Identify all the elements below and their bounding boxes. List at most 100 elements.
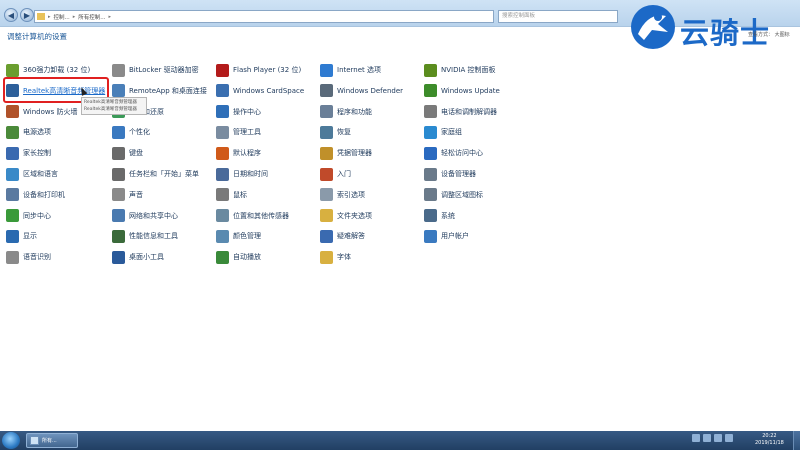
control-panel-item[interactable]: 默认程序 [216,145,316,161]
back-button[interactable]: ◀ [4,8,18,22]
control-panel-item[interactable]: 键盘 [112,145,212,161]
control-panel-item-label: 系统 [441,211,455,220]
view-by-selector[interactable]: 查看方式： 大图标 [748,31,790,38]
control-panel-item[interactable]: 显示 [6,228,106,244]
tray-arrow-icon[interactable] [692,434,700,442]
control-panel-item[interactable]: Flash Player (32 位) [216,62,316,78]
control-panel-item[interactable]: 程序和功能 [320,104,420,120]
control-panel-item[interactable]: 入门 [320,166,420,182]
control-panel-item[interactable]: 索引选项 [320,187,420,203]
control-panel-item[interactable]: 家长控制 [6,145,106,161]
control-panel-item[interactable]: BitLocker 驱动器加密 [112,62,212,78]
control-panel-item-label: 声音 [129,190,143,199]
control-panel-item[interactable]: 轻松访问中心 [424,145,524,161]
control-panel-item[interactable]: 区域和语言 [6,166,106,182]
control-panel-item-label: Flash Player (32 位) [233,66,302,74]
notify-icons-icon [424,188,437,202]
device-manager-icon [424,167,437,181]
control-panel-item[interactable]: 设备和打印机 [6,187,106,203]
control-panel-item-label: 家庭组 [441,128,462,137]
show-desktop-button[interactable] [793,431,800,450]
control-panel-item[interactable]: 电话和调制解调器 [424,104,524,120]
control-panel-item[interactable]: Windows Defender [320,83,420,99]
keyboard-icon [112,146,125,160]
control-panel-item[interactable]: 用户帐户 [424,228,524,244]
ease-access-icon [424,146,437,160]
address-bar[interactable]: ▸ 控制... ▸ 所有控制... ▸ [34,10,494,23]
control-panel-item[interactable]: 性能信息和工具 [112,228,212,244]
performance-icon [112,229,125,243]
control-panel-item[interactable]: Windows CardSpace [216,83,316,99]
control-panel-item-label: 疑难解答 [337,232,365,241]
sync-icon [6,209,19,223]
power-icon [6,125,19,139]
control-panel-item[interactable]: 文件夹选项 [320,208,420,224]
gadgets-icon [112,250,125,264]
control-panel-item[interactable]: 个性化 [112,124,212,140]
clock-time: 20:22 [762,433,777,439]
clock[interactable]: 20:22 2019/11/18 [755,433,784,447]
control-panel-item[interactable]: 操作中心 [216,104,316,120]
sound-icon [112,188,125,202]
control-panel-item[interactable]: 凭据管理器 [320,145,420,161]
control-panel-item[interactable]: 位置和其他传感器 [216,208,316,224]
control-panel-item-label: 360强力卸载 (32 位) [23,66,91,74]
control-panel-item-label: 程序和功能 [337,107,372,116]
forward-button[interactable]: ▶ [20,8,34,22]
control-panel-item[interactable]: 设备管理器 [424,166,524,182]
control-panel-item[interactable]: 恢复 [320,124,420,140]
windows-update-icon [424,84,437,98]
control-panel-item[interactable]: 网络和共享中心 [112,208,212,224]
control-panel-item[interactable]: 疑难解答 [320,228,420,244]
network-tray-icon[interactable] [703,434,711,442]
window-icon [30,436,39,445]
control-panel-item[interactable]: 同步中心 [6,208,106,224]
control-panel-item[interactable]: 日期和时间 [216,166,316,182]
breadcrumb-separator: ▸ [72,13,76,20]
control-panel-item[interactable]: 360强力卸载 (32 位) [6,62,106,78]
folder-icon [37,13,45,20]
control-panel-item[interactable]: 字体 [320,249,420,265]
cardspace-icon [216,84,229,98]
control-panel-item[interactable]: 颜色管理 [216,228,316,244]
page-title: 调整计算机的设置 [7,32,67,41]
search-input[interactable]: 搜索控制面板 [498,10,618,23]
control-panel-item-label: 设备管理器 [441,170,476,178]
parental-icon [6,146,19,160]
color-icon [216,229,229,243]
control-panel-item[interactable]: 声音 [112,187,212,203]
tooltip-line: Realtek高清晰音频管理器 [84,100,137,105]
control-panel-item[interactable]: 调整区域图标 [424,187,524,203]
control-panel-item[interactable]: 鼠标 [216,187,316,203]
control-panel-item[interactable]: Internet 选项 [320,62,420,78]
control-panel-item[interactable]: NVIDIA 控制面板 [424,62,524,78]
defender-icon [320,84,333,98]
sensor-icon [216,209,229,223]
control-panel-item[interactable]: 管理工具 [216,124,316,140]
control-panel-item-label: 区域和语言 [23,170,58,178]
control-panel-item-label: 家长控制 [23,149,51,158]
breadcrumb-control-panel[interactable]: 控制... [54,13,70,21]
taskbar-window-button[interactable]: 所有... [26,433,78,448]
control-panel-item[interactable]: 自动播放 [216,249,316,265]
breadcrumb-all-items[interactable]: 所有控制... [78,13,105,21]
phone-icon [424,105,437,119]
control-panel-item[interactable]: 系统 [424,208,524,224]
control-panel-item[interactable]: Windows Update [424,83,524,99]
taskbar: 所有... 20:22 2019/11/18 [0,431,800,450]
volume-icon[interactable] [714,434,722,442]
control-panel-item[interactable]: 任务栏和「开始」菜单 [112,166,212,182]
control-panel-item-label: 任务栏和「开始」菜单 [129,170,199,178]
control-panel-item-label: 调整区域图标 [441,190,483,199]
action-center-icon[interactable] [725,434,733,442]
nvidia-icon [424,63,437,77]
control-panel-item-label: RemoteApp 和桌面连接 [129,86,207,95]
control-panel-item-label: 电话和调制解调器 [441,107,497,116]
user-accounts-icon [424,229,437,243]
flash-icon [216,63,229,77]
start-button[interactable] [2,432,20,449]
control-panel-item[interactable]: 电源选项 [6,124,106,140]
control-panel-item[interactable]: 语音识别 [6,249,106,265]
control-panel-item[interactable]: 家庭组 [424,124,524,140]
control-panel-item[interactable]: 桌面小工具 [112,249,212,265]
